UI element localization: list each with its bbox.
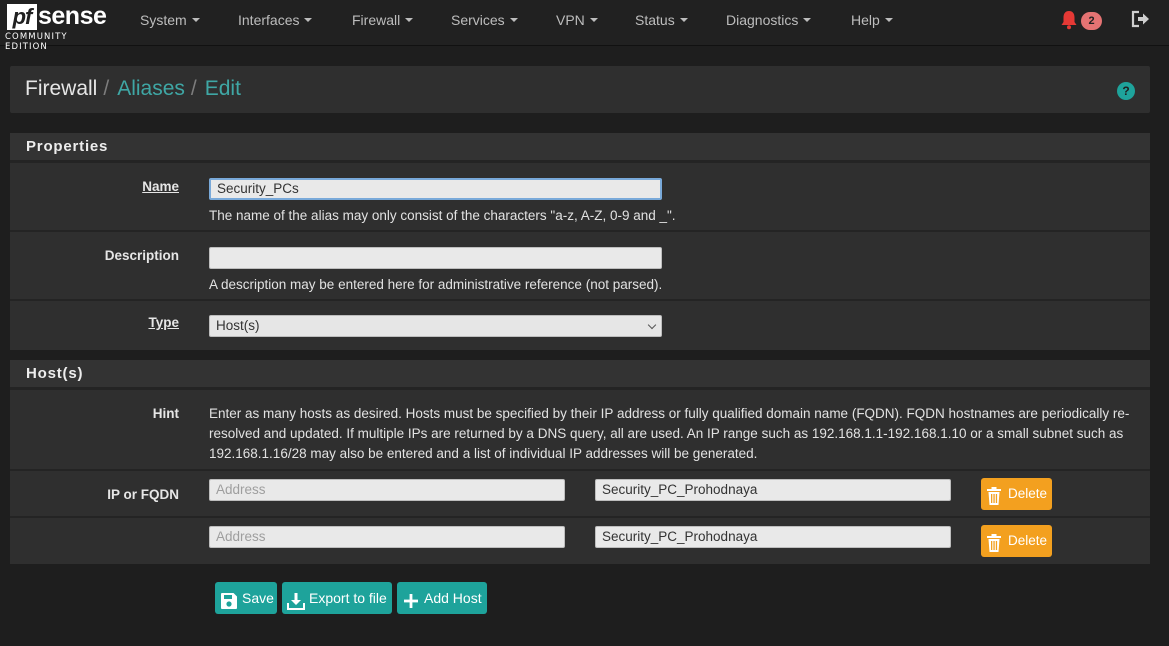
menu-label: Diagnostics xyxy=(726,12,799,28)
edition-label: COMMUNITY EDITION xyxy=(5,32,68,52)
menu-status[interactable]: Status xyxy=(635,11,688,29)
menu-help[interactable]: Help xyxy=(851,11,893,29)
name-input[interactable]: Security_PCs xyxy=(209,178,662,200)
menu-services[interactable]: Services xyxy=(451,11,518,29)
sign-out-icon[interactable] xyxy=(1131,10,1151,28)
breadcrumb-separator: / xyxy=(190,77,197,100)
breadcrumb-edit-link[interactable]: Edit xyxy=(205,77,241,100)
menu-diagnostics[interactable]: Diagnostics xyxy=(726,11,812,29)
type-selected-value: Host(s) xyxy=(216,318,260,333)
chevron-down-icon xyxy=(647,320,657,330)
type-row: Type Host(s) xyxy=(10,299,1150,350)
breadcrumb-aliases-link[interactable]: Aliases xyxy=(117,77,185,100)
caret-down-icon xyxy=(884,18,893,23)
menu-label: Status xyxy=(635,12,675,28)
menu-label: Interfaces xyxy=(238,12,300,28)
breadcrumb-trail: Firewall / Aliases / Edit xyxy=(25,76,241,102)
host-row: IP or FQDN Address Security_PC_Prohodnay… xyxy=(10,469,1150,516)
description-input[interactable] xyxy=(209,247,662,269)
menu-label: Firewall xyxy=(352,12,401,28)
menu-system[interactable]: System xyxy=(140,11,200,29)
caret-down-icon xyxy=(509,18,518,23)
delete-label: Delete xyxy=(1008,486,1048,501)
menu-label: Services xyxy=(451,12,505,28)
menu-label: System xyxy=(140,12,187,28)
logo-sense: sense xyxy=(38,2,107,30)
download-icon xyxy=(287,589,305,610)
menu-label: Help xyxy=(851,12,880,28)
save-button[interactable]: Save xyxy=(215,582,277,614)
export-to-file-button[interactable]: Export to file xyxy=(282,582,392,614)
hosts-panel-title: Host(s) xyxy=(10,360,1150,388)
logo-wordmark: pf sense xyxy=(7,2,112,32)
properties-panel-title: Properties xyxy=(10,133,1150,161)
address-placeholder: Address xyxy=(216,529,266,544)
address-placeholder: Address xyxy=(216,482,266,497)
caret-down-icon xyxy=(679,18,688,23)
breadcrumb-firewall: Firewall xyxy=(25,77,98,100)
plus-icon xyxy=(402,589,420,608)
caret-down-icon xyxy=(405,18,414,23)
export-label: Export to file xyxy=(309,590,387,606)
breadcrumb-separator: / xyxy=(103,77,110,100)
delete-label: Delete xyxy=(1008,533,1048,548)
ip-or-fqdn-label: IP or FQDN xyxy=(107,487,179,502)
menu-firewall[interactable]: Firewall xyxy=(352,11,414,29)
description-help-text: A description may be entered here for ad… xyxy=(209,277,663,292)
host-row: Address Security_PC_Prohodnaya Delete xyxy=(10,516,1150,564)
logo-pf: pf xyxy=(7,4,37,30)
top-navbar: pf sense COMMUNITY EDITION System Interf… xyxy=(0,0,1169,52)
delete-button[interactable]: Delete xyxy=(981,525,1052,557)
help-question-icon[interactable]: ? xyxy=(1117,82,1135,100)
add-host-label: Add Host xyxy=(424,590,482,606)
description-row: Description A description may be entered… xyxy=(10,230,1150,299)
caret-down-icon xyxy=(304,18,313,23)
type-select[interactable]: Host(s) xyxy=(209,315,662,337)
hint-row: Hint Enter as many hosts as desired. Hos… xyxy=(10,388,1150,469)
host-description-input[interactable]: Security_PC_Prohodnaya xyxy=(595,479,951,501)
notification-count-badge[interactable]: 2 xyxy=(1081,12,1102,30)
caret-down-icon xyxy=(191,18,200,23)
properties-panel: Properties Name Security_PCs The name of… xyxy=(10,133,1150,350)
delete-button[interactable]: Delete xyxy=(981,478,1052,510)
host-description-input[interactable]: Security_PC_Prohodnaya xyxy=(595,526,951,548)
name-label: Name xyxy=(142,179,179,194)
trash-icon xyxy=(986,485,1002,505)
hint-label: Hint xyxy=(152,406,179,421)
hosts-panel: Host(s) Hint Enter as many hosts as desi… xyxy=(10,360,1150,564)
caret-down-icon xyxy=(803,18,812,23)
name-help-text: The name of the alias may only consist o… xyxy=(209,208,676,223)
menu-vpn[interactable]: VPN xyxy=(556,11,598,29)
bell-icon[interactable] xyxy=(1060,10,1078,30)
description-label: Description xyxy=(104,248,179,263)
trash-icon xyxy=(986,532,1002,552)
save-label: Save xyxy=(242,590,274,606)
address-input[interactable]: Address xyxy=(209,479,565,501)
hint-text: Enter as many hosts as desired. Hosts mu… xyxy=(209,406,1130,461)
add-host-button[interactable]: Add Host xyxy=(397,582,487,614)
breadcrumb: Firewall / Aliases / Edit xyxy=(10,66,1150,113)
name-row: Name Security_PCs The name of the alias … xyxy=(10,161,1150,230)
caret-down-icon xyxy=(589,18,598,23)
menu-label: VPN xyxy=(556,12,585,28)
floppy-disk-icon xyxy=(220,589,238,609)
pfsense-logo[interactable]: pf sense COMMUNITY EDITION xyxy=(5,2,113,52)
menu-interfaces[interactable]: Interfaces xyxy=(238,11,313,29)
address-input[interactable]: Address xyxy=(209,526,565,548)
type-label: Type xyxy=(148,315,179,330)
